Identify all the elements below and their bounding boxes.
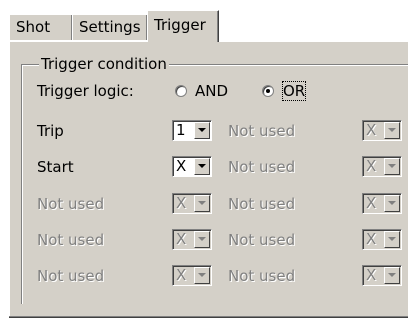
row-second-select-value: X [366, 157, 377, 175]
chevron-down-icon [388, 201, 396, 205]
tab-shot[interactable]: Shot [9, 14, 73, 40]
tab-trigger-label: Trigger [154, 16, 206, 34]
chevron-down-icon [388, 164, 396, 168]
row-second-select-button [384, 158, 400, 175]
row-select-button [194, 231, 210, 248]
row-second-select-button [384, 267, 400, 284]
radio-or-label[interactable]: OR [281, 81, 307, 101]
tab-panel-edge [9, 316, 408, 318]
tab-trigger[interactable]: Trigger [147, 10, 219, 42]
row-second-label: Not used [228, 195, 296, 213]
row-second-label: Not used [228, 158, 296, 176]
row-second-label: Not used [228, 231, 296, 249]
row-second-select-value: X [366, 121, 377, 139]
row-second-label: Not used [228, 122, 296, 140]
row-second-select: X [362, 265, 402, 286]
chevron-down-icon [198, 164, 206, 168]
chevron-down-icon [198, 237, 206, 241]
row-select-button [194, 195, 210, 212]
row-second-select: X [362, 120, 402, 141]
row-second-select: X [362, 193, 402, 214]
row-second-label: Not used [228, 267, 296, 285]
row-second-select: X [362, 229, 402, 250]
chevron-down-icon [198, 128, 206, 132]
trigger-dialog: Shot Settings Trigger Trigger condition … [0, 0, 408, 327]
row-second-select-button [384, 231, 400, 248]
row-second-select-value: X [366, 194, 377, 212]
tab-shot-label: Shot [16, 18, 51, 36]
row-name: Not used [37, 231, 105, 249]
row-select-value: X [176, 194, 187, 212]
row-name: Not used [37, 267, 105, 285]
start-select[interactable]: X [172, 156, 212, 177]
row-second-select: X [362, 156, 402, 177]
radio-or[interactable] [262, 85, 274, 97]
chevron-down-icon [388, 128, 396, 132]
radio-and-label[interactable]: AND [195, 82, 228, 100]
radio-or-selected-dot [266, 89, 270, 93]
start-select-button[interactable] [194, 158, 210, 175]
row-select: X [172, 265, 212, 286]
trigger-logic-label: Trigger logic: [37, 82, 134, 100]
row-second-select-button [384, 195, 400, 212]
chevron-down-icon [198, 273, 206, 277]
tab-settings[interactable]: Settings [72, 14, 148, 40]
trip-select-button[interactable] [194, 122, 210, 139]
row-select: X [172, 229, 212, 250]
row-second-select-button [384, 122, 400, 139]
trip-select[interactable]: 1 [172, 120, 212, 141]
chevron-down-icon [388, 237, 396, 241]
radio-and[interactable] [175, 85, 187, 97]
chevron-down-icon [388, 273, 396, 277]
tab-settings-label: Settings [79, 18, 141, 36]
row-select-button [194, 267, 210, 284]
row-name: Start [37, 158, 74, 176]
trip-select-value: 1 [176, 121, 186, 139]
start-select-value: X [176, 157, 187, 175]
row-name: Trip [37, 122, 64, 140]
row-select: X [172, 193, 212, 214]
row-name: Not used [37, 195, 105, 213]
group-title: Trigger condition [39, 55, 169, 73]
row-select-value: X [176, 230, 187, 248]
row-second-select-value: X [366, 266, 377, 284]
row-second-select-value: X [366, 230, 377, 248]
chevron-down-icon [198, 201, 206, 205]
row-select-value: X [176, 266, 187, 284]
